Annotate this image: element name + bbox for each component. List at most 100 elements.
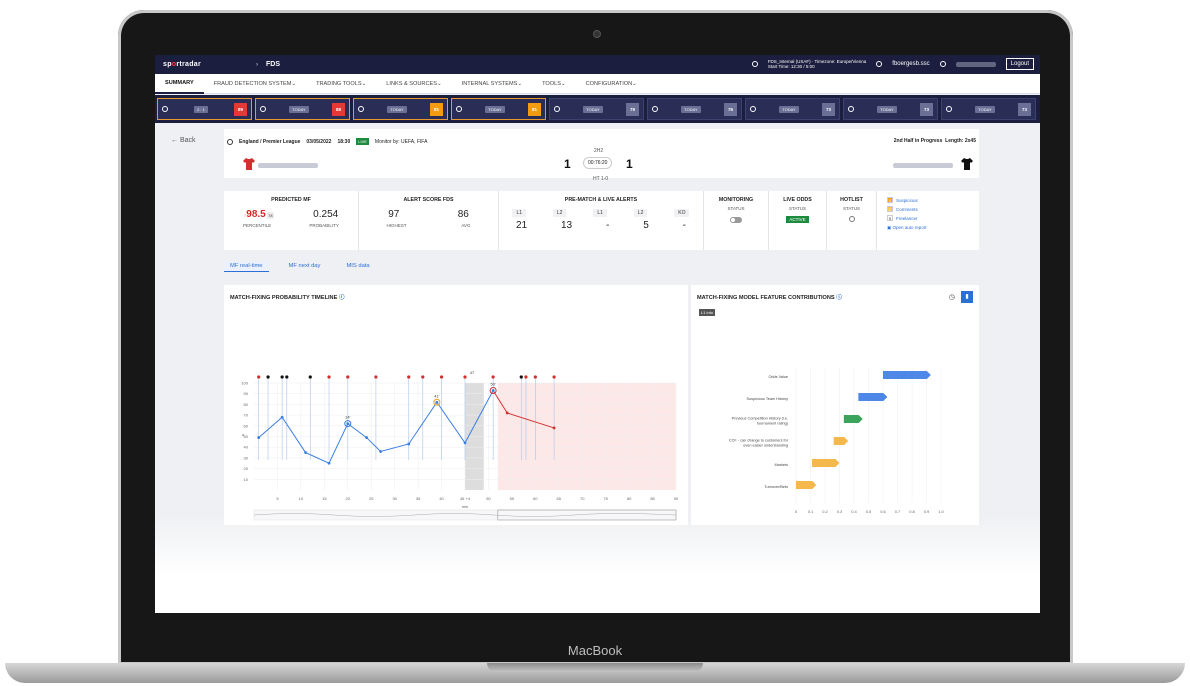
alert-level-value: 5 [643, 220, 649, 231]
category-label: CCF - can change to customers for [729, 439, 789, 443]
laptop-frame: MacBook sportradar › FDS FDS_Internal (U… [0, 0, 1190, 686]
data-point [407, 442, 411, 446]
match-phase: 2nd Half in Progress Length: 2x45 [893, 138, 976, 144]
tab-mf-next-day[interactable]: MF next day [283, 261, 327, 272]
data-point [346, 422, 350, 426]
open-auto-report-link[interactable]: ▣ Open auto report [887, 225, 979, 231]
tab-mf-real-time[interactable]: MF real-time [224, 261, 269, 272]
category-label: even easier understanding [743, 444, 788, 448]
match-card[interactable]: 2 : 1 89 [157, 98, 252, 120]
match-card-score: 81 [527, 102, 541, 116]
alert-level-label: KO [674, 209, 690, 217]
match-card-status: TODAY [387, 105, 407, 113]
y-tick-label: 40 [244, 445, 249, 450]
nav-item[interactable]: INTERNAL SYSTEMS ⌄ [452, 74, 532, 94]
alert-level-value: - [682, 220, 686, 231]
link-label[interactable]: Comments [896, 207, 918, 212]
nav-item[interactable]: LINKS & SOURCES ⌄ [376, 74, 451, 94]
alert-level-label: L1 [593, 209, 607, 217]
event-marker [533, 375, 537, 379]
hotlist-chat-icon[interactable] [848, 216, 855, 222]
data-point [435, 400, 439, 404]
link-label[interactable]: Freelancer [896, 216, 918, 221]
app-name: FDS [266, 61, 281, 68]
link-item[interactable]: S Suspicious [887, 197, 979, 204]
username[interactable]: fboergesb.ssc [892, 61, 929, 67]
match-card-score: 73 [821, 102, 835, 116]
probability-value: 0.254 [313, 209, 339, 220]
tab-mis-data[interactable]: MIS data [340, 261, 375, 272]
sportradar-logo[interactable]: sportradar [163, 61, 201, 68]
x-tick-label: 15 [322, 496, 327, 501]
monitoring-toggle[interactable] [730, 217, 742, 223]
match-time: 18:30 [337, 138, 351, 145]
back-button[interactable]: ← Back [171, 137, 196, 144]
y-tick-label: 90 [244, 391, 249, 396]
clock-icon [848, 106, 854, 112]
link-label[interactable]: Suspicious [896, 198, 918, 203]
alert-avg-value: 86 [457, 209, 469, 220]
main-nav: SUMMARY FRAUD DETECTION SYSTEM ⌄ TRADING T… [155, 74, 1040, 94]
match-card[interactable]: TODAY 73 [843, 98, 938, 120]
event-marker [463, 375, 467, 379]
match-card-score: 89 [233, 102, 247, 116]
match-card-status: TODAY [485, 105, 505, 113]
live-badge: LIVE [356, 138, 369, 145]
clock-icon [358, 106, 364, 112]
x-tick-label: 0.8 [909, 509, 915, 514]
event-marker [407, 375, 411, 379]
breadcrumb-separator: › [256, 61, 259, 68]
x-tick-label: 65 [557, 496, 562, 501]
kpi-panel: PREDICTED MF ↑98.5 78 0.254 PERCENTILE PR… [224, 191, 979, 250]
link-item[interactable]: S Freelancer [887, 215, 979, 222]
data-point [505, 411, 509, 415]
clock-icon [554, 106, 560, 112]
event-marker [519, 375, 523, 379]
match-card[interactable]: TODAY 81 [353, 98, 448, 120]
nav-item[interactable]: FRAUD DETECTION SYSTEM ⌄ [204, 74, 306, 94]
probability-label: PROBABILITY [309, 223, 339, 228]
nav-item[interactable]: CONFIGURATION ⌄ [576, 74, 647, 94]
alert-level-label: L2 [633, 209, 648, 217]
link-item[interactable]: C Comments [887, 206, 979, 213]
features-chart: 0 0.1 0.2 0.3 0.4 0.5 0.6 0.7 0.8 0.9 1.0 Odds Valu… [729, 367, 945, 514]
x-tick-label: 20 [346, 496, 351, 501]
contribution-bar [796, 481, 817, 489]
annotation-label: 47 [470, 370, 475, 375]
match-card-status: TODAY [583, 105, 603, 113]
match-card[interactable]: TODAY 73 [745, 98, 840, 120]
x-tick-label: 40 [439, 496, 444, 501]
competition-icon [227, 138, 233, 145]
category-label: tournament rating) [757, 422, 789, 426]
logout-button[interactable]: Logout [1005, 58, 1034, 70]
match-card[interactable]: TODAY 73 [941, 98, 1036, 120]
x-tick-label: 0.2 [822, 509, 828, 514]
x-axis-label: min [462, 504, 468, 509]
link-code-icon: S [887, 215, 893, 221]
nav-item[interactable]: TRADING TOOLS ⌄ [306, 74, 376, 94]
view-tabs: MF real-time MF next day MIS data [224, 261, 376, 272]
user-icon [876, 61, 883, 67]
data-point [379, 450, 382, 453]
monitoring-card: MONITORING STATUS [704, 191, 769, 250]
category-label: Odds Value [768, 375, 788, 379]
annotation-label: 14' [345, 415, 350, 420]
competition-name: England / Premier League [239, 138, 301, 145]
match-card[interactable]: TODAY 81 [451, 98, 546, 120]
settings-icon[interactable] [939, 61, 946, 67]
nav-item[interactable]: TOOLS ⌄ [532, 74, 576, 94]
device-brand: MacBook [567, 643, 623, 658]
contribution-bar [883, 371, 931, 379]
data-point [304, 451, 307, 454]
match-card[interactable]: TODAY 79 [549, 98, 644, 120]
x-tick-label: 0.3 [837, 509, 843, 514]
match-card[interactable]: TODAY 88 [255, 98, 350, 120]
match-card[interactable]: TODAY 76 [647, 98, 742, 120]
alert-score-card: ALERT SCORE FDS 97 86 HIGHEST AVG [359, 191, 499, 250]
clock-icon [751, 61, 758, 67]
half-time-score: HT 1-0 [593, 176, 609, 182]
x-tick-label: 45 +4 [460, 496, 471, 501]
event-marker [439, 375, 444, 379]
nav-item[interactable]: SUMMARY [155, 74, 204, 94]
data-point [365, 436, 368, 439]
